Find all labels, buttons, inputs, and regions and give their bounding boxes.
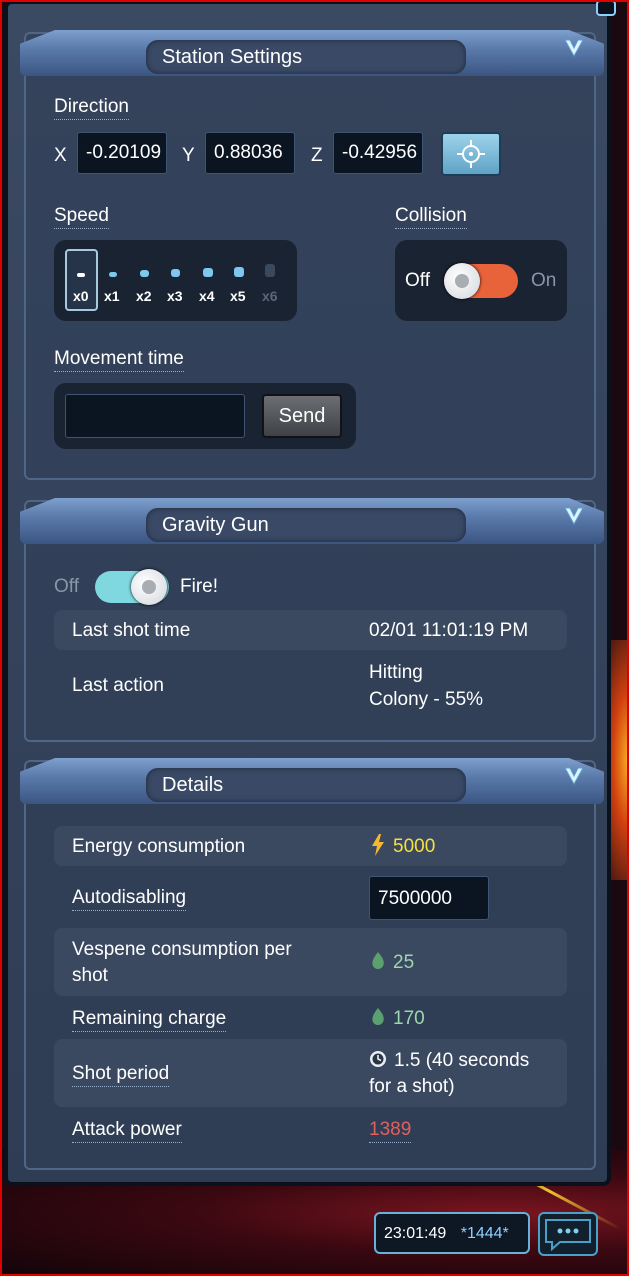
toggle-knob xyxy=(444,263,480,299)
lightning-icon xyxy=(371,834,385,861)
autodisabling-label: Autodisabling xyxy=(72,887,187,911)
direction-z-input[interactable]: -0.42956 xyxy=(333,132,423,174)
section-title-pill: Details xyxy=(146,768,466,802)
direction-x-input[interactable]: -0.20109 xyxy=(77,132,167,174)
speed-label: Speed xyxy=(54,205,109,229)
vespene-icon xyxy=(371,952,385,975)
speed-option-x0[interactable]: x0 xyxy=(73,288,89,304)
remaining-charge-value: 170 xyxy=(393,1008,425,1029)
target-direction-button[interactable] xyxy=(441,132,501,176)
server-time: 23:01:49 xyxy=(384,1225,447,1242)
last-action-label: Last action xyxy=(72,675,164,696)
section-title: Station Settings xyxy=(162,46,303,68)
direction-y-input[interactable]: 0.88036 xyxy=(205,132,295,174)
last-shot-value: 02/01 11:01:19 PM xyxy=(369,620,529,641)
section-title-pill: Station Settings xyxy=(146,40,466,74)
last-action-line1: Hitting xyxy=(369,662,423,683)
y-axis-label: Y xyxy=(182,145,195,166)
speed-notch xyxy=(171,269,180,277)
speed-option-x5[interactable]: x5 xyxy=(230,288,246,304)
attack-power-value: 1389 xyxy=(369,1119,412,1143)
vespene-label-line2: shot xyxy=(72,965,108,986)
speed-notch xyxy=(234,267,244,277)
speed-notch xyxy=(77,273,85,277)
toggle-knob xyxy=(131,569,167,605)
collision-on-label: On xyxy=(531,270,557,291)
speed-option-x4[interactable]: x4 xyxy=(199,288,215,304)
chat-button[interactable] xyxy=(538,1212,598,1256)
shot-period-line1: 1.5 (40 seconds xyxy=(394,1050,530,1071)
gravity-gun-header[interactable]: Gravity Gun xyxy=(20,498,604,544)
z-axis-label: Z xyxy=(311,145,323,166)
fire-toggle[interactable] xyxy=(95,569,169,605)
details-header[interactable]: Details xyxy=(20,758,604,804)
x-axis-label: X xyxy=(54,145,67,166)
movement-time-input[interactable] xyxy=(65,394,245,438)
section-title-pill: Gravity Gun xyxy=(146,508,466,542)
attack-power-label: Attack power xyxy=(72,1119,182,1143)
collision-label: Collision xyxy=(395,205,467,229)
energy-value: 5000 xyxy=(393,836,436,857)
shot-period-line2: for a shot) xyxy=(369,1076,455,1097)
last-shot-label: Last shot time xyxy=(72,620,191,641)
vespene-label-line1: Vespene consumption per xyxy=(72,939,292,960)
section-title: Details xyxy=(162,774,224,796)
collapse-chevron-icon[interactable] xyxy=(562,504,586,528)
section-title: Gravity Gun xyxy=(162,514,269,536)
energy-label: Energy consumption xyxy=(72,836,246,857)
speed-option-x3[interactable]: x3 xyxy=(167,288,183,304)
collapse-chevron-icon[interactable] xyxy=(562,36,586,60)
fire-off-label: Off xyxy=(54,576,79,597)
speed-notch xyxy=(140,270,149,277)
shot-period-label: Shot period xyxy=(72,1063,170,1087)
speed-notch xyxy=(203,268,213,277)
crosshair-icon xyxy=(457,140,485,168)
server-clock-box: 23:01:49 *1444* xyxy=(374,1212,530,1254)
collision-off-label: Off xyxy=(405,270,430,291)
speed-option-x2[interactable]: x2 xyxy=(136,288,152,304)
collision-toggle[interactable] xyxy=(444,263,518,299)
station-settings-header[interactable]: Station Settings xyxy=(20,30,604,76)
panel-corner-handle[interactable] xyxy=(596,0,616,16)
speed-option-x1[interactable]: x1 xyxy=(104,288,120,304)
direction-label: Direction xyxy=(54,96,129,120)
send-button[interactable]: Send xyxy=(262,394,342,438)
clock-icon xyxy=(369,1050,387,1073)
speed-option-x6: x6 xyxy=(262,288,278,304)
vespene-value: 25 xyxy=(393,952,415,973)
chat-icon xyxy=(545,1219,591,1252)
last-action-line2: Colony - 55% xyxy=(369,689,484,710)
server-tag: *1444* xyxy=(460,1225,509,1242)
remaining-charge-label: Remaining charge xyxy=(72,1008,227,1032)
autodisabling-input[interactable]: 7500000 xyxy=(369,876,489,920)
collapse-chevron-icon[interactable] xyxy=(562,764,586,788)
movement-time-label: Movement time xyxy=(54,348,184,372)
fire-on-label: Fire! xyxy=(180,576,218,597)
speed-notch-disabled xyxy=(265,264,275,277)
vespene-icon xyxy=(371,1008,385,1031)
speed-notch xyxy=(109,272,117,277)
